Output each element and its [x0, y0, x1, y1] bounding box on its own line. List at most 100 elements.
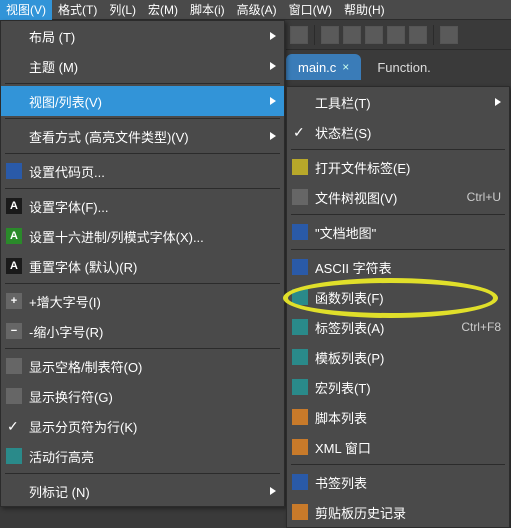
tool-icon[interactable]: [321, 26, 339, 44]
menu-item[interactable]: 模板列表(P): [287, 342, 509, 372]
menu-item[interactable]: 布局 (T): [1, 21, 284, 51]
menubar-item[interactable]: 脚本(i): [184, 0, 231, 20]
toolbar-separator: [314, 25, 315, 45]
doc-map-icon: [291, 223, 309, 241]
view-menu-popup: 布局 (T) 主题 (M) 视图/列表(V) 查看方式 (高亮文件类型)(V) 设置代码…: [0, 20, 285, 507]
menu-item[interactable]: ✓状态栏(S): [287, 117, 509, 147]
tool-icon[interactable]: [440, 26, 458, 44]
menu-item[interactable]: 宏列表(T): [287, 372, 509, 402]
font-hex-icon: A: [5, 227, 23, 245]
menubar-item[interactable]: 列(L): [103, 0, 142, 20]
menu-item[interactable]: + +增大字号(I): [1, 286, 284, 316]
tab-label: main.c: [298, 60, 336, 75]
submenu-arrow-icon: [270, 62, 276, 70]
menu-item[interactable]: 脚本列表: [287, 402, 509, 432]
menu-item-label: 显示换行符(G): [29, 387, 276, 406]
tool-icon[interactable]: [409, 26, 427, 44]
menu-item[interactable]: 活动行高亮: [1, 441, 284, 471]
menu-item[interactable]: −-缩小字号(R): [1, 316, 284, 346]
menu-separator: [5, 473, 280, 474]
active-line-icon: [5, 447, 23, 465]
code-page-icon: [5, 162, 23, 180]
menu-item[interactable]: 列标记 (N): [1, 476, 284, 506]
eol-icon: [5, 387, 23, 405]
menu-shortcut: Ctrl+F8: [461, 320, 501, 334]
menubar-item[interactable]: 窗口(W): [283, 0, 338, 20]
menu-item[interactable]: ASCII 字符表: [287, 252, 509, 282]
zoom-out-icon: −: [5, 322, 23, 340]
menu-separator: [291, 149, 505, 150]
menubar-item[interactable]: 视图(V): [0, 0, 52, 20]
view-list-submenu: 工具栏(T)✓状态栏(S) 打开文件标签(E) 文件树视图(V) Ctrl+U "文档地…: [286, 86, 510, 528]
xml-window-icon: [291, 438, 309, 456]
menu-separator: [5, 188, 280, 189]
submenu-arrow-icon: [270, 32, 276, 40]
menu-item[interactable]: A设置字体(F)...: [1, 191, 284, 221]
tool-icon[interactable]: [387, 26, 405, 44]
close-icon[interactable]: ×: [342, 60, 349, 74]
menu-item-label: 显示分页符为行(K): [29, 417, 276, 436]
zoom-in-icon: +: [5, 292, 23, 310]
menubar-item[interactable]: 高级(A): [231, 0, 283, 20]
ascii-table-icon: [291, 258, 309, 276]
menu-item-label: 主题 (M): [29, 57, 264, 76]
menubar: 视图(V)格式(T)列(L)宏(M)脚本(i)高级(A)窗口(W)帮助(H): [0, 0, 511, 20]
function-list-icon: [291, 288, 309, 306]
menu-item-label: 设置代码页...: [29, 162, 276, 181]
tool-icon[interactable]: [290, 26, 308, 44]
tool-icon[interactable]: [343, 26, 361, 44]
menu-item-label: 列标记 (N): [29, 482, 264, 501]
menu-item[interactable]: 剪贴板历史记录: [287, 497, 509, 527]
menu-item[interactable]: 函数列表(F): [287, 282, 509, 312]
menu-item[interactable]: XML 窗口: [287, 432, 509, 462]
menubar-item[interactable]: 帮助(H): [338, 0, 391, 20]
macro-list-icon: [291, 378, 309, 396]
whitespace-icon: [5, 357, 23, 375]
menu-item-label: 标签列表(A): [315, 318, 453, 337]
menu-item[interactable]: 视图/列表(V): [1, 86, 284, 116]
menu-item-label: 查看方式 (高亮文件类型)(V): [29, 127, 264, 146]
bookmark-list-icon: [291, 473, 309, 491]
menu-item-label: 重置字体 (默认)(R): [29, 257, 276, 276]
menu-item[interactable]: "文档地图": [287, 217, 509, 247]
menu-item[interactable]: 工具栏(T): [287, 87, 509, 117]
tab-row: main.c × Function.: [286, 50, 511, 80]
menu-item[interactable]: 显示换行符(G): [1, 381, 284, 411]
menu-item[interactable]: 标签列表(A) Ctrl+F8: [287, 312, 509, 342]
menu-item[interactable]: ✓显示分页符为行(K): [1, 411, 284, 441]
menu-item[interactable]: 显示空格/制表符(O): [1, 351, 284, 381]
menu-separator: [5, 153, 280, 154]
tab-label: Function.: [377, 60, 430, 75]
menu-item[interactable]: 主题 (M): [1, 51, 284, 81]
toolbar: [286, 20, 511, 50]
submenu-arrow-icon: [270, 487, 276, 495]
menu-item-label: 视图/列表(V): [29, 92, 264, 111]
tool-icon[interactable]: [365, 26, 383, 44]
menu-item[interactable]: A设置十六进制/列模式字体(X)...: [1, 221, 284, 251]
menu-separator: [291, 249, 505, 250]
menubar-item[interactable]: 格式(T): [52, 0, 103, 20]
template-list-icon: [291, 348, 309, 366]
menu-item-label: 显示空格/制表符(O): [29, 357, 276, 376]
menu-item-label: +增大字号(I): [29, 292, 276, 311]
tab-main-c[interactable]: main.c ×: [286, 54, 361, 80]
menu-item[interactable]: 书签列表: [287, 467, 509, 497]
submenu-arrow-icon: [495, 98, 501, 106]
menu-item[interactable]: 设置代码页...: [1, 156, 284, 186]
menu-item-label: 打开文件标签(E): [315, 158, 501, 177]
menu-item-label: 活动行高亮: [29, 447, 276, 466]
menu-item-label: -缩小字号(R): [29, 322, 276, 341]
menu-item-label: "文档地图": [315, 223, 501, 242]
tag-list-icon: [291, 318, 309, 336]
menu-item[interactable]: 查看方式 (高亮文件类型)(V): [1, 121, 284, 151]
tab-function[interactable]: Function.: [365, 54, 442, 80]
font-icon: A: [5, 197, 23, 215]
menu-item[interactable]: 打开文件标签(E): [287, 152, 509, 182]
menu-item[interactable]: 文件树视图(V) Ctrl+U: [287, 182, 509, 212]
menubar-item[interactable]: 宏(M): [142, 0, 184, 20]
menu-item-label: 文件树视图(V): [315, 188, 459, 207]
menu-shortcut: Ctrl+U: [467, 190, 501, 204]
script-list-icon: [291, 408, 309, 426]
submenu-arrow-icon: [270, 97, 276, 105]
menu-item[interactable]: A重置字体 (默认)(R): [1, 251, 284, 281]
